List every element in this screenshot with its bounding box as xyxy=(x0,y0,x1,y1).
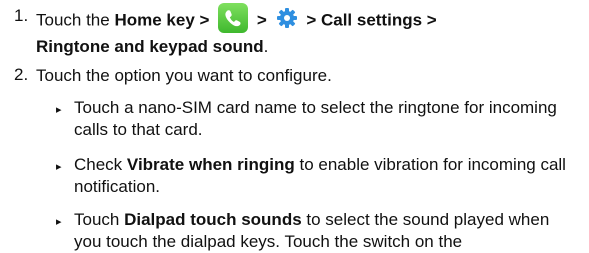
bullet-text: Check Vibrate when ringing to enable vib… xyxy=(74,155,566,196)
home-key-label: Home xyxy=(114,10,162,30)
gear-icon xyxy=(276,7,298,29)
step-1-text: Touch the Home key > > > Call settings >… xyxy=(36,3,576,58)
bullet-arrow-icon: ▸ xyxy=(56,104,62,116)
step-number: 1. xyxy=(14,6,29,25)
vibrate-when-ringing-label: Vibrate when ringing xyxy=(126,155,295,174)
bullet-text: Touch a nano-SIM card name to select the… xyxy=(74,98,557,139)
ringtone-keypad-label: Ringtone and keypad sound xyxy=(36,37,264,56)
instructions-page: 1. Touch the Home key > > > Call setting… xyxy=(0,0,589,251)
dialpad-touch-sounds-label: Dialpad touch sounds xyxy=(124,210,302,229)
step-2-text: Touch the option you want to configure. xyxy=(36,66,332,85)
bullet-arrow-icon: ▸ xyxy=(56,161,62,173)
call-settings-path: > Call settings > xyxy=(306,10,437,30)
phone-app-icon xyxy=(218,3,249,33)
step-number: 2. xyxy=(14,65,29,84)
bullet-text: Touch Dialpad touch sounds to select the… xyxy=(74,210,550,251)
bullet-arrow-icon: ▸ xyxy=(56,216,62,228)
